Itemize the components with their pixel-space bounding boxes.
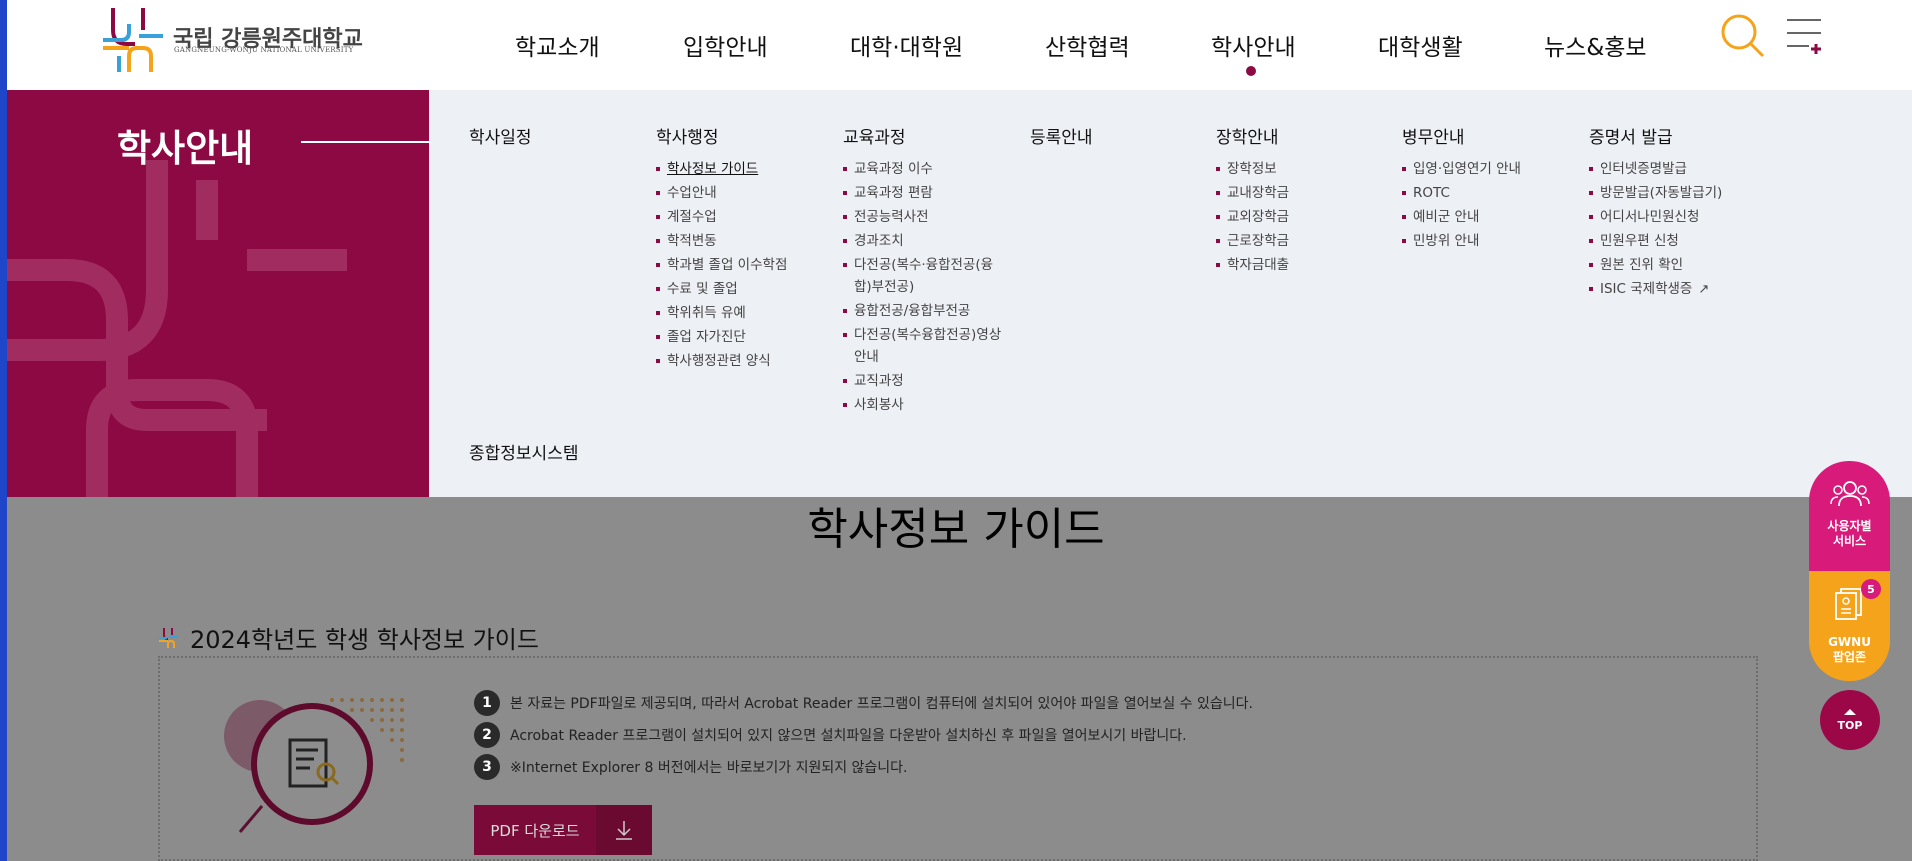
menu-column-registration: 등록안내 [1030, 123, 1093, 158]
logo-english-name: GANGNEUNG-WONJU NATIONAL UNIVERSITY [174, 46, 354, 54]
menu-item[interactable]: 다전공(복수·융합전공(융합)부전공) [843, 254, 1003, 298]
menu-item-isic[interactable]: ISIC 국제학생증 ↗ [1589, 278, 1722, 301]
active-indicator [1246, 66, 1256, 76]
menu-item[interactable]: 학사행정관련 양식 [656, 350, 787, 372]
user-service-button[interactable]: 사용자별 서비스 [1809, 461, 1890, 571]
menu-item[interactable]: 학자금대출 [1216, 254, 1289, 276]
logo-bullet-icon [159, 627, 178, 648]
nav-academic[interactable]: 학사안내 [1211, 0, 1378, 90]
menu-item[interactable]: 예비군 안내 [1402, 206, 1521, 228]
nav-news[interactable]: 뉴스&홍보 [1544, 0, 1674, 90]
menu-item[interactable]: 학적변동 [656, 230, 787, 252]
menu-item[interactable]: 수료 및 졸업 [656, 278, 787, 300]
menu-column-scholarship: 장학안내 장학정보 교내장학금 교외장학금 근로장학금 학자금대출 [1216, 123, 1289, 278]
main-navigation: 학교소개 입학안내 대학·대학원 산학협력 학사안내 대학생활 뉴스&홍보 [515, 0, 1674, 90]
menu-title-admin[interactable]: 학사행정 [656, 123, 787, 148]
document-search-illustration [224, 698, 404, 833]
menu-item[interactable]: 교육과정 편람 [843, 182, 1003, 204]
menu-item[interactable]: 학위취득 유예 [656, 302, 787, 324]
page-title: 학사정보 가이드 [807, 504, 1105, 555]
menu-column-curriculum: 교육과정 교육과정 이수 교육과정 편람 전공능력사전 경과조치 다전공(복수·… [843, 123, 1003, 418]
note-number: 3 [474, 754, 500, 780]
menu-item[interactable]: 졸업 자가진단 [656, 326, 787, 348]
menu-column-certificate: 증명서 발급 인터넷증명발급 방문발급(자동발급기) 어디서나민원신청 민원우편… [1589, 123, 1722, 303]
scroll-top-button[interactable]: TOP [1820, 690, 1880, 750]
menu-column-military: 병무안내 입영·입영연기 안내 ROTC 예비군 안내 민방위 안내 [1402, 123, 1521, 254]
hamburger-menu-icon [1787, 19, 1821, 54]
menu-title-schedule[interactable]: 학사일정 [469, 123, 532, 148]
note-text: Acrobat Reader 프로그램이 설치되어 있지 않으면 설치파일을 다… [510, 728, 1187, 744]
menu-item[interactable]: 교직과정 [843, 370, 1003, 392]
nav-campus-life[interactable]: 대학생활 [1378, 0, 1544, 90]
nav-admission[interactable]: 입학안내 [683, 0, 850, 90]
menu-title-certificate[interactable]: 증명서 발급 [1589, 123, 1722, 148]
title-divider [301, 141, 429, 143]
menu-item[interactable]: 장학정보 [1216, 158, 1289, 180]
mega-menu-title-panel: 학사안내 [7, 90, 429, 497]
menu-item[interactable]: 융합전공/융합부전공 [843, 300, 1003, 322]
nav-industry[interactable]: 산학협력 [1045, 0, 1211, 90]
menu-item[interactable]: 경과조치 [843, 230, 1003, 252]
nav-about[interactable]: 학교소개 [515, 0, 683, 90]
note-item: 3 ※Internet Explorer 8 버전에서는 바로보기가 지원되지 … [474, 751, 1253, 783]
menu-item[interactable]: 교내장학금 [1216, 182, 1289, 204]
menu-item[interactable]: ROTC [1402, 182, 1521, 204]
user-service-label: 사용자별 서비스 [1827, 519, 1872, 548]
nav-colleges[interactable]: 대학·대학원 [850, 0, 1045, 90]
note-number: 1 [474, 690, 500, 716]
menu-title-registration[interactable]: 등록안내 [1030, 123, 1093, 148]
external-link-icon: ↗ [1698, 282, 1710, 297]
menu-item[interactable]: 인터넷증명발급 [1589, 158, 1722, 180]
note-item: 2 Acrobat Reader 프로그램이 설치되어 있지 않으면 설치파일을… [474, 719, 1253, 751]
menu-item[interactable]: 교육과정 이수 [843, 158, 1003, 180]
section-title: 2024학년도 학생 학사정보 가이드 [190, 626, 539, 654]
menu-column-schedule: 학사일정 [469, 123, 532, 158]
search-icon [1721, 14, 1765, 58]
menu-item[interactable]: 학과별 졸업 이수학점 [656, 254, 787, 276]
pdf-download-label: PDF 다운로드 [490, 821, 580, 840]
menu-title-military[interactable]: 병무안내 [1402, 123, 1521, 148]
download-icon [596, 805, 652, 855]
menu-item[interactable]: 수업안내 [656, 182, 787, 204]
menu-title-scholarship[interactable]: 장학안내 [1216, 123, 1289, 148]
window-edge [0, 0, 7, 861]
menu-item[interactable]: 근로장학금 [1216, 230, 1289, 252]
menu-title-curriculum[interactable]: 교육과정 [843, 123, 1003, 148]
menu-column-admin: 학사행정 학사정보 가이드 수업안내 계절수업 학적변동 학과별 졸업 이수학점… [656, 123, 787, 374]
menu-item[interactable]: 민방위 안내 [1402, 230, 1521, 252]
mega-menu-title: 학사안내 [117, 127, 254, 170]
notification-badge: 5 [1861, 579, 1881, 599]
menu-item[interactable]: 민원우편 신청 [1589, 230, 1722, 252]
arrow-up-icon [1844, 709, 1856, 715]
menu-item[interactable]: 입영·입영연기 안내 [1402, 158, 1521, 180]
menu-item[interactable]: 전공능력사전 [843, 206, 1003, 228]
note-number: 2 [474, 722, 500, 748]
menu-item[interactable]: 어디서나민원신청 [1589, 206, 1722, 228]
menu-item[interactable]: 교외장학금 [1216, 206, 1289, 228]
menu-title-info-system[interactable]: 종합정보시스템 [469, 439, 578, 464]
users-icon [1830, 481, 1870, 507]
guide-notes: 1 본 자료는 PDF파일로 제공되며, 따라서 Acrobat Reader … [474, 687, 1253, 783]
menu-item-guide[interactable]: 학사정보 가이드 [656, 158, 787, 180]
gwnu-popup-button[interactable]: 5 GWNU 팝업존 [1809, 571, 1890, 681]
note-text: 본 자료는 PDF파일로 제공되며, 따라서 Acrobat Reader 프로… [510, 696, 1253, 712]
site-menu-button[interactable] [1783, 16, 1825, 56]
menu-item[interactable]: 다전공(복수융합전공)영상안내 [843, 324, 1003, 368]
menu-item[interactable]: 방문발급(자동발급기) [1589, 182, 1722, 204]
logo-mark-icon [103, 8, 163, 72]
top-label: TOP [1837, 719, 1863, 732]
menu-item[interactable]: 계절수업 [656, 206, 787, 228]
menu-item[interactable]: 사회봉사 [843, 394, 1003, 416]
mega-menu-panel: 학사일정 학사행정 학사정보 가이드 수업안내 계절수업 학적변동 학과별 졸업… [429, 90, 1912, 497]
site-header: 국립 강릉원주대학교 GANGNEUNG-WONJU NATIONAL UNIV… [7, 0, 1912, 90]
search-button[interactable] [1719, 12, 1767, 60]
quick-menu: 사용자별 서비스 5 GWNU 팝업존 [1809, 461, 1890, 681]
gwnu-popup-label: GWNU 팝업존 [1828, 635, 1871, 664]
menu-item[interactable]: 원본 진위 확인 [1589, 254, 1722, 276]
note-item: 1 본 자료는 PDF파일로 제공되며, 따라서 Acrobat Reader … [474, 687, 1253, 719]
note-text: ※Internet Explorer 8 버전에서는 바로보기가 지원되지 않습… [510, 760, 908, 776]
section-heading: 2024학년도 학생 학사정보 가이드 [158, 620, 539, 655]
university-logo[interactable]: 국립 강릉원주대학교 GANGNEUNG-WONJU NATIONAL UNIV… [99, 4, 379, 76]
pdf-download-button[interactable]: PDF 다운로드 [474, 805, 652, 855]
